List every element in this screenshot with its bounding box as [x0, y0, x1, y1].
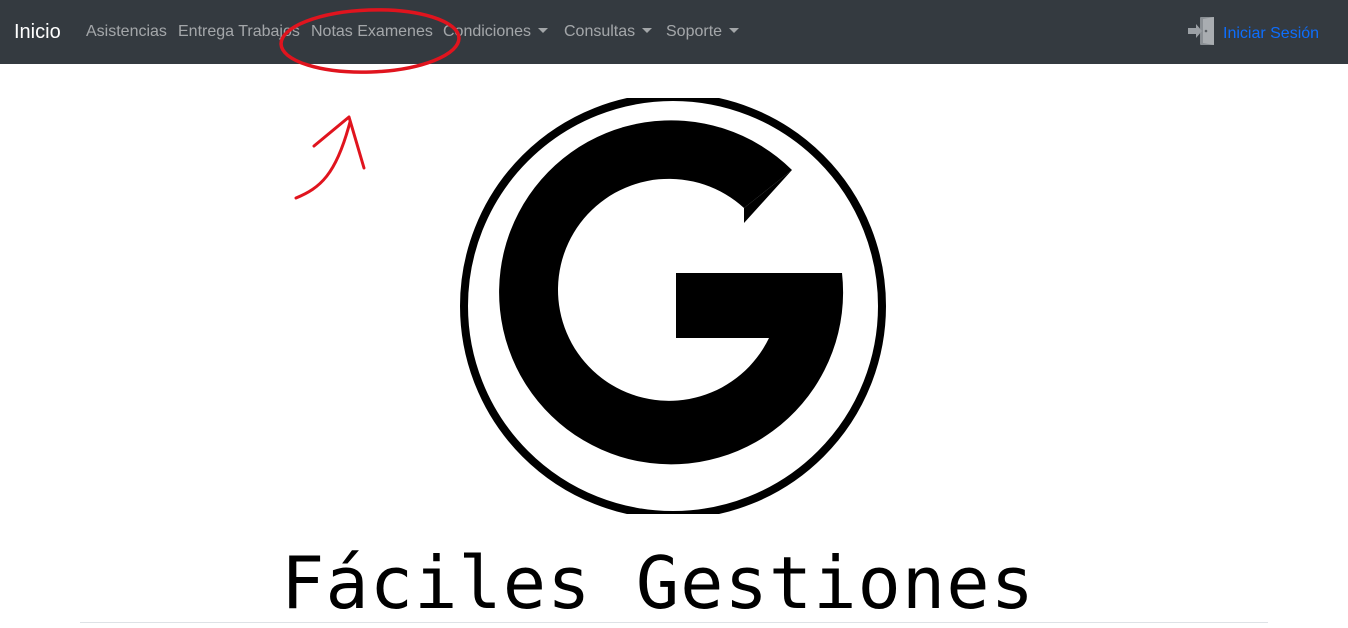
divider — [80, 622, 1268, 623]
arrow-shaft-icon — [294, 120, 352, 200]
login-label: Iniciar Sesión — [1223, 24, 1320, 42]
door-enter-icon — [1187, 15, 1217, 52]
nav-item-entrega-trabajos[interactable]: Entrega Trabajos — [178, 22, 300, 42]
arrow-head-icon — [312, 115, 366, 170]
tagline-text: Fáciles Gestiones — [281, 541, 1035, 625]
brand-home-link[interactable]: Inicio — [14, 20, 61, 44]
nav-item-notas-examenes[interactable]: Notas Examenes — [311, 22, 433, 42]
g-logo-icon — [460, 93, 886, 519]
nav-dropdown-label: Condiciones — [443, 23, 532, 40]
nav-dropdown-consultas[interactable]: Consultas — [564, 22, 653, 42]
brand-logo — [458, 93, 888, 519]
nav-dropdown-label: Soporte — [666, 23, 723, 40]
caret-down-icon — [642, 28, 653, 33]
caret-down-icon — [729, 28, 740, 33]
login-link[interactable]: Iniciar Sesión — [1187, 15, 1319, 52]
hero-tagline: Fáciles Gestiones — [0, 538, 1348, 628]
nav-dropdown-soporte[interactable]: Soporte — [666, 22, 740, 42]
nav-item-asistencias[interactable]: Asistencias — [86, 22, 167, 42]
nav-dropdown-condiciones[interactable]: Condiciones — [443, 22, 549, 42]
caret-down-icon — [538, 28, 549, 33]
nav-dropdown-label: Consultas — [564, 23, 636, 40]
top-navbar: Inicio Asistencias Entrega Trabajos Nota… — [0, 0, 1348, 64]
